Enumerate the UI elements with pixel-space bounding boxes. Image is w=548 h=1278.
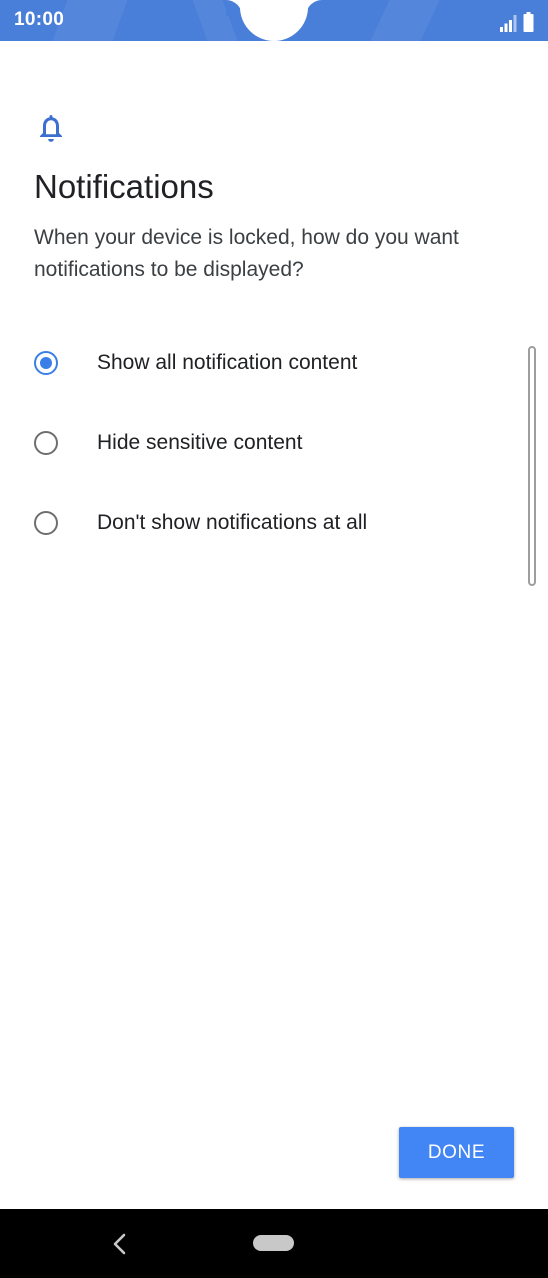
status-bar-shade <box>370 0 440 41</box>
done-button[interactable]: DONE <box>399 1127 514 1178</box>
radio-button-selected[interactable] <box>34 351 58 375</box>
option-label: Hide sensitive content <box>97 431 303 454</box>
status-icons <box>499 10 534 32</box>
status-bar: 10:00 <box>0 0 548 41</box>
bell-icon <box>40 115 62 142</box>
notification-options: Show all notification content Hide sensi… <box>0 323 520 563</box>
navigation-bar <box>0 1209 548 1278</box>
signal-icon <box>500 15 517 32</box>
status-time: 10:00 <box>14 9 65 30</box>
notch-shoulder-right <box>306 0 322 16</box>
radio-button[interactable] <box>34 511 58 535</box>
back-icon[interactable] <box>108 1231 132 1257</box>
screen: 10:00 Notifications When your device is … <box>0 0 548 1278</box>
battery-icon <box>523 12 534 32</box>
option-label: Don't show notifications at all <box>97 511 368 534</box>
option-show-all[interactable]: Show all notification content <box>0 323 520 403</box>
home-pill-icon[interactable] <box>253 1235 294 1251</box>
page-title: Notifications <box>34 168 214 205</box>
option-dont-show[interactable]: Don't show notifications at all <box>0 483 520 563</box>
radio-button[interactable] <box>34 431 58 455</box>
option-hide-sensitive[interactable]: Hide sensitive content <box>0 403 520 483</box>
page-subtitle: When your device is locked, how do you w… <box>34 226 459 281</box>
camera-notch <box>240 0 308 41</box>
scrollbar[interactable] <box>528 346 536 586</box>
option-label: Show all notification content <box>97 351 358 374</box>
